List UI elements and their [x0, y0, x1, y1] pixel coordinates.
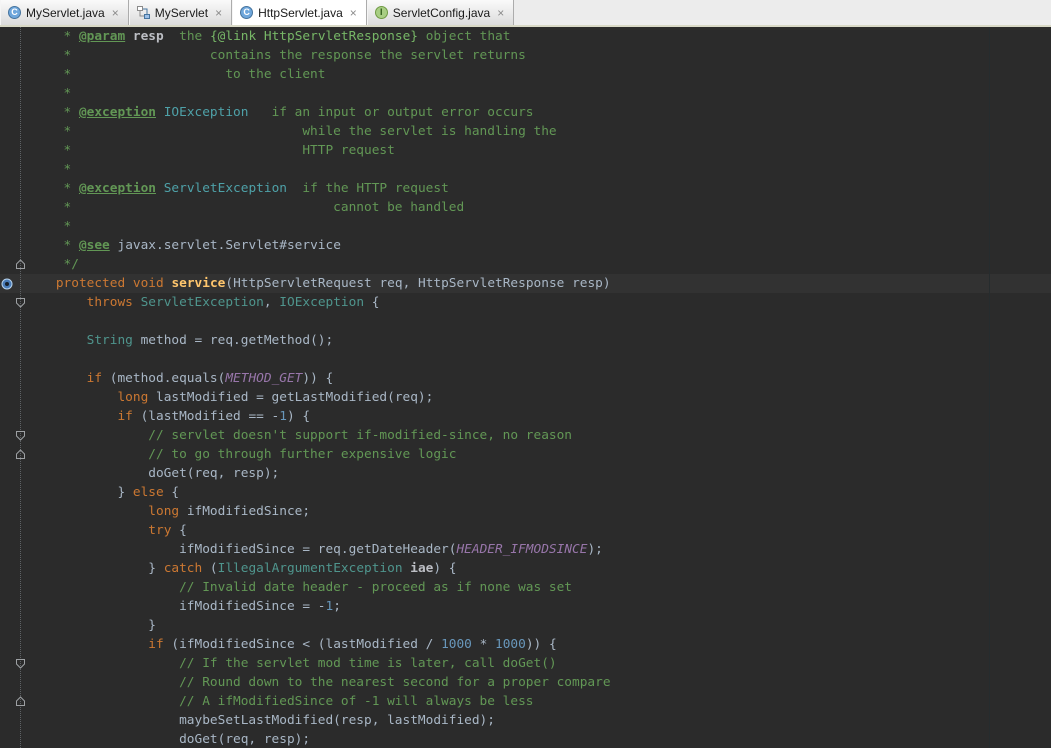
code-line[interactable]: } else {: [0, 483, 1051, 502]
close-icon[interactable]: ×: [350, 7, 357, 19]
code-line[interactable]: * @exception ServletException if the HTT…: [0, 179, 1051, 198]
code-line[interactable]: throws ServletException, IOException {: [0, 293, 1051, 312]
code-line[interactable]: long ifModifiedSince;: [0, 502, 1051, 521]
code-area[interactable]: * @param resp the {@link HttpServletResp…: [0, 27, 1051, 748]
code-line[interactable]: *: [0, 217, 1051, 236]
code-line[interactable]: doGet(req, resp);: [0, 730, 1051, 748]
class-icon: C: [8, 6, 21, 19]
code-line[interactable]: * while the servlet is handling the: [0, 122, 1051, 141]
tab-label: ServletConfig.java: [393, 6, 490, 20]
code-line[interactable]: doGet(req, resp);: [0, 464, 1051, 483]
code-line[interactable]: // servlet doesn't support if-modified-s…: [0, 426, 1051, 445]
code-line[interactable]: * HTTP request: [0, 141, 1051, 160]
class-icon: C: [240, 6, 253, 19]
code-line[interactable]: maybeSetLastModified(resp, lastModified)…: [0, 711, 1051, 730]
code-line[interactable]: String method = req.getMethod();: [0, 331, 1051, 350]
code-line[interactable]: // Invalid date header - proceed as if n…: [0, 578, 1051, 597]
code-line[interactable]: * @exception IOException if an input or …: [0, 103, 1051, 122]
code-line[interactable]: // If the servlet mod time is later, cal…: [0, 654, 1051, 673]
code-line[interactable]: *: [0, 160, 1051, 179]
fold-end-icon[interactable]: [14, 448, 27, 461]
tab-servletconfig-java[interactable]: I ServletConfig.java ×: [367, 0, 514, 25]
code-line[interactable]: }: [0, 616, 1051, 635]
tab-label: HttpServlet.java: [258, 6, 343, 20]
code-line[interactable]: long lastModified = getLastModified(req)…: [0, 388, 1051, 407]
fold-start-icon[interactable]: [14, 657, 27, 670]
code-line[interactable]: [0, 312, 1051, 331]
interface-icon: I: [375, 6, 388, 19]
code-line[interactable]: } catch (IllegalArgumentException iae) {: [0, 559, 1051, 578]
diagram-icon: [137, 6, 150, 19]
code-line[interactable]: if (ifModifiedSince < (lastModified / 10…: [0, 635, 1051, 654]
code-line[interactable]: * contains the response the servlet retu…: [0, 46, 1051, 65]
tab-myservlet-diagram[interactable]: MyServlet ×: [129, 0, 232, 25]
code-line[interactable]: if (lastModified == -1) {: [0, 407, 1051, 426]
code-line[interactable]: * to the client: [0, 65, 1051, 84]
code-line[interactable]: if (method.equals(METHOD_GET)) {: [0, 369, 1051, 388]
tab-httpservlet-java[interactable]: C HttpServlet.java ×: [232, 0, 367, 25]
code-line[interactable]: [0, 350, 1051, 369]
fold-end-icon[interactable]: [14, 258, 27, 271]
code-line[interactable]: // A ifModifiedSince of -1 will always b…: [0, 692, 1051, 711]
code-editor[interactable]: * @param resp the {@link HttpServletResp…: [0, 27, 1051, 748]
fold-start-icon[interactable]: [14, 429, 27, 442]
close-icon[interactable]: ×: [497, 7, 504, 19]
tab-label: MyServlet.java: [26, 6, 105, 20]
code-line[interactable]: ifModifiedSince = req.getDateHeader(HEAD…: [0, 540, 1051, 559]
tab-myservlet-java[interactable]: C MyServlet.java ×: [0, 0, 129, 25]
code-line[interactable]: protected void service(HttpServletReques…: [0, 274, 1051, 293]
code-line[interactable]: // Round down to the nearest second for …: [0, 673, 1051, 692]
fold-start-icon[interactable]: [14, 296, 27, 309]
fold-end-icon[interactable]: [14, 695, 27, 708]
close-icon[interactable]: ×: [112, 7, 119, 19]
code-line[interactable]: // to go through further expensive logic: [0, 445, 1051, 464]
code-line[interactable]: * @see javax.servlet.Servlet#service: [0, 236, 1051, 255]
code-line[interactable]: try {: [0, 521, 1051, 540]
tab-label: MyServlet: [155, 6, 208, 20]
close-icon[interactable]: ×: [215, 7, 222, 19]
code-line[interactable]: ifModifiedSince = -1;: [0, 597, 1051, 616]
editor-tab-bar: C MyServlet.java × MyServlet × C HttpSer…: [0, 0, 1051, 27]
code-line[interactable]: *: [0, 84, 1051, 103]
tab-bar-empty-space: [514, 0, 1051, 25]
code-line[interactable]: */: [0, 255, 1051, 274]
code-line[interactable]: * @param resp the {@link HttpServletResp…: [0, 27, 1051, 46]
code-line[interactable]: * cannot be handled: [0, 198, 1051, 217]
gutter-fold-line: [20, 27, 21, 748]
override-method-icon[interactable]: [1, 277, 13, 289]
